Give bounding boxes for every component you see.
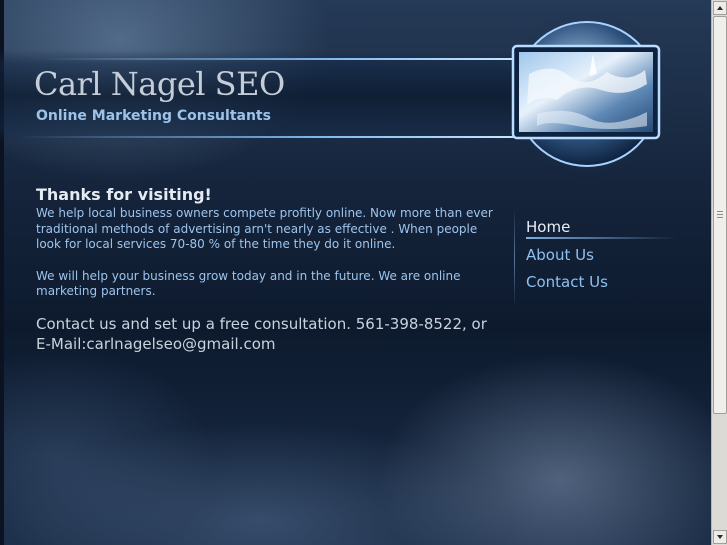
main-content: Thanks for visiting! We help local busin… xyxy=(36,185,496,354)
globe-monitor-icon xyxy=(503,14,671,178)
scroll-up-button[interactable] xyxy=(713,1,727,15)
scrollbar-thumb[interactable] xyxy=(713,16,727,414)
page-background: Carl Nagel SEO Online Marketing Consulta… xyxy=(0,0,711,545)
welcome-heading: Thanks for visiting! xyxy=(36,185,212,204)
site-subtitle: Online Marketing Consultants xyxy=(36,108,271,124)
site-title: Carl Nagel SEO xyxy=(34,65,285,103)
header-beam-bottom xyxy=(20,136,520,138)
contact-info: Contact us and set up a free consultatio… xyxy=(36,314,487,353)
vertical-scrollbar[interactable] xyxy=(711,0,727,545)
nav-item-home[interactable]: Home xyxy=(526,218,570,236)
grip-icon xyxy=(717,211,723,219)
intro-paragraph: We help local business owners compete pr… xyxy=(36,206,493,251)
nav-item-about-us[interactable]: About Us xyxy=(526,246,594,264)
arrow-up-icon xyxy=(717,6,723,10)
header-beam-top xyxy=(40,58,520,60)
scroll-down-button[interactable] xyxy=(713,530,727,544)
nav-active-underline xyxy=(526,237,676,239)
arrow-down-icon xyxy=(717,535,723,539)
growth-paragraph: We will help your business grow today an… xyxy=(36,268,461,299)
nav-divider xyxy=(514,208,515,308)
nav-item-contact-us[interactable]: Contact Us xyxy=(526,273,608,291)
